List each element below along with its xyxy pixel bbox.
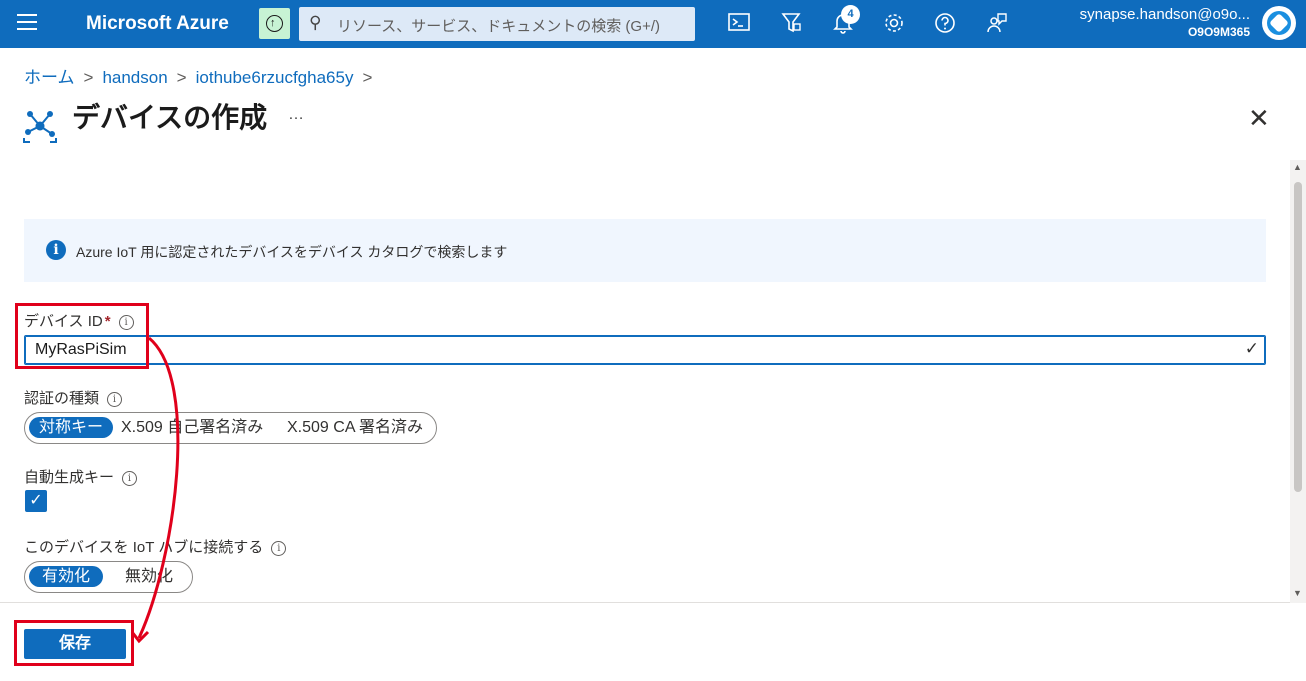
breadcrumb-home[interactable]: ホーム [24, 68, 75, 87]
close-icon[interactable]: ✕ [1248, 103, 1270, 134]
chevron-right-icon: > [362, 68, 373, 87]
connect-option-enable[interactable]: 有効化 [29, 566, 104, 587]
connect-option-disable[interactable]: 無効化 [115, 566, 183, 587]
info-banner: i Azure IoT 用に認定されたデバイスをデバイス カタログで検索します [24, 219, 1266, 282]
connect-label: このデバイスを IoT ハブに接続する i [24, 536, 287, 557]
breadcrumb-iot-hub[interactable]: iothube6rzucfgha65y [196, 68, 354, 87]
search-placeholder: リソース、サービス、ドキュメントの検索 (G+/) [337, 18, 661, 35]
device-id-label: デバイス ID * i [24, 310, 134, 331]
auto-key-label: 自動生成キー i [24, 466, 138, 487]
feedback-icon[interactable] [985, 12, 1009, 36]
device-id-value: MyRasPiSim [35, 341, 127, 358]
device-id-field[interactable]: MyRasPiSim ✓ [24, 335, 1266, 365]
directory-filter-icon[interactable] [779, 12, 803, 36]
breadcrumb-resource-group[interactable]: handson [102, 68, 167, 87]
menu-icon[interactable] [17, 14, 37, 32]
chevron-right-icon: > [176, 68, 187, 87]
breadcrumb: ホーム > handson > iothube6rzucfgha65y > [24, 63, 381, 88]
more-options-button[interactable]: … [288, 106, 305, 124]
scrollbar[interactable]: ▲ ▼ [1290, 160, 1306, 603]
user-tenant: O9O9M365 [1187, 25, 1250, 39]
gear-icon[interactable] [882, 12, 906, 36]
info-tooltip-icon[interactable]: i [118, 315, 134, 330]
info-tooltip-icon[interactable]: i [271, 541, 287, 556]
save-button[interactable]: 保存 [24, 629, 126, 659]
info-tooltip-icon[interactable]: i [107, 392, 123, 407]
info-text[interactable]: Azure IoT 用に認定されたデバイスをデバイス カタログで検索します [76, 242, 507, 262]
scrollbar-thumb[interactable] [1294, 182, 1302, 492]
search-icon: ⚲ [309, 13, 322, 32]
footer-divider [0, 602, 1290, 603]
help-icon[interactable] [933, 12, 957, 36]
auth-type-label: 認証の種類 i [24, 387, 123, 408]
brand-title[interactable]: Microsoft Azure [86, 13, 229, 35]
user-email: synapse.handson@o9o... [1079, 6, 1250, 23]
auth-type-toggle: 対称キー X.509 自己署名済み X.509 CA 署名済み [24, 412, 437, 444]
scroll-up-icon[interactable]: ▲ [1293, 162, 1302, 172]
info-tooltip-icon[interactable]: i [122, 471, 138, 486]
avatar[interactable] [1262, 6, 1296, 40]
auth-option-x509-self-signed[interactable]: X.509 自己署名済み [111, 417, 273, 438]
auto-key-label-text: 自動生成キー [24, 469, 115, 486]
auth-option-symmetric-key[interactable]: 対称キー [29, 417, 114, 438]
cloud-shell-icon[interactable] [727, 12, 751, 36]
top-bar: Microsoft Azure ↑ ⚲ リソース、サービス、ドキュメントの検索 … [0, 0, 1306, 48]
search-input[interactable]: ⚲ リソース、サービス、ドキュメントの検索 (G+/) [299, 7, 695, 41]
notification-badge: 4 [841, 5, 860, 24]
connect-label-text: このデバイスを IoT ハブに接続する [24, 539, 264, 556]
info-icon: i [46, 240, 66, 260]
scroll-down-icon[interactable]: ▼ [1293, 588, 1302, 598]
device-id-label-text: デバイス ID [24, 313, 103, 330]
iot-device-icon [22, 108, 58, 144]
valid-check-icon: ✓ [1244, 339, 1259, 358]
page-title: デバイスの作成 [72, 102, 268, 133]
connect-toggle: 有効化 無効化 [24, 561, 193, 593]
chevron-right-icon: > [83, 68, 94, 87]
required-mark: * [104, 313, 111, 330]
auth-option-x509-ca-signed[interactable]: X.509 CA 署名済み [277, 417, 433, 438]
upload-icon[interactable]: ↑ [259, 8, 290, 39]
account-info[interactable]: synapse.handson@o9o... O9O9M365 [1080, 6, 1250, 39]
auth-type-label-text: 認証の種類 [24, 390, 100, 407]
auto-key-checkbox[interactable]: ✓ [25, 490, 47, 512]
